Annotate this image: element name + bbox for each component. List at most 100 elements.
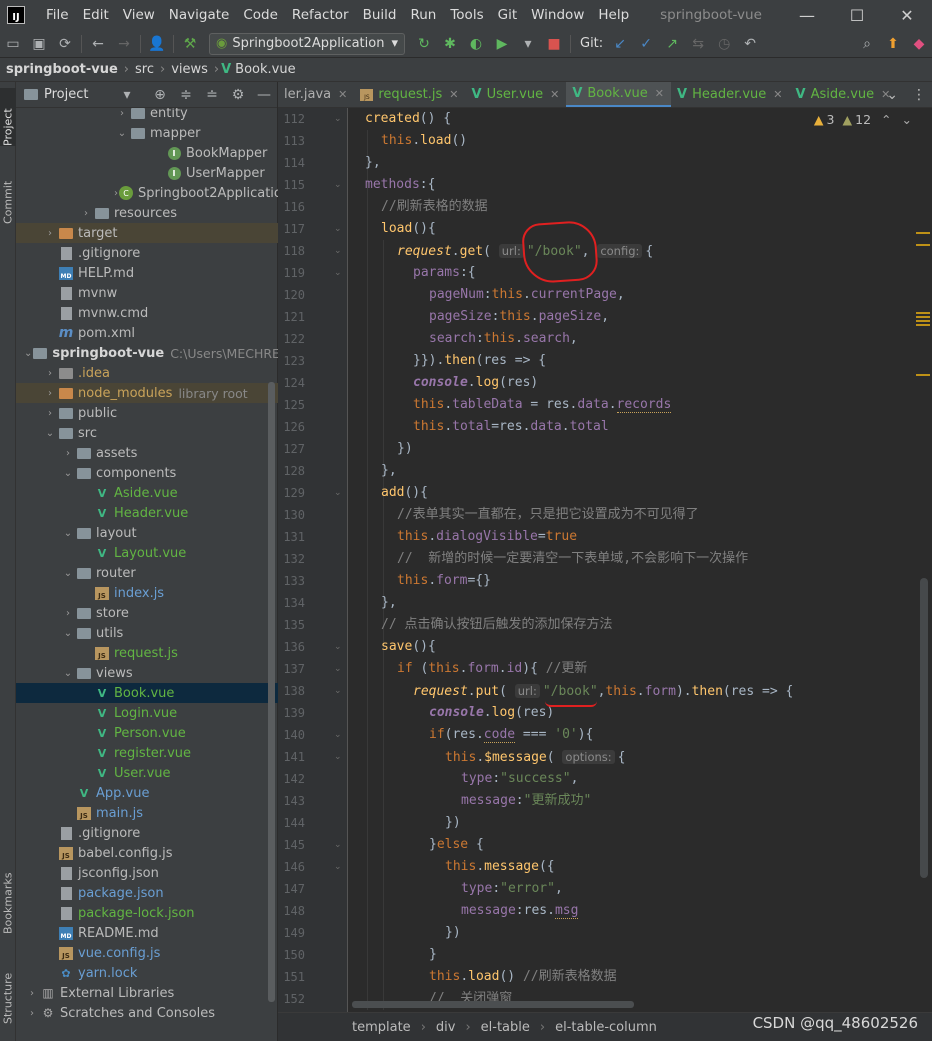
tree-item[interactable]: jsconfig.json — [16, 863, 278, 883]
tree-item[interactable]: JS vue.config.js — [16, 943, 278, 963]
minimize-button[interactable]: — — [782, 0, 832, 30]
breadcrumb-views[interactable]: views — [167, 62, 212, 77]
line-number[interactable]: 138 — [283, 680, 305, 702]
update-icon[interactable]: ⬆ — [880, 31, 906, 57]
line-number[interactable]: 117 — [283, 218, 305, 240]
fold-marker-icon[interactable]: ⌄ — [334, 108, 342, 130]
close-icon[interactable]: ✕ — [773, 88, 782, 101]
forward-arrow-icon[interactable]: → — [111, 31, 137, 57]
tree-item[interactable]: V Layout.vue — [16, 543, 278, 563]
menu-help[interactable]: Help — [591, 7, 636, 23]
fold-marker-icon[interactable]: ⌄ — [334, 856, 342, 878]
warning-mark[interactable] — [916, 316, 930, 318]
tree-item[interactable]: ⌄ src — [16, 423, 278, 443]
breadcrumb-project[interactable]: springboot-vue — [0, 62, 122, 77]
tree-item[interactable]: V Aside.vue — [16, 483, 278, 503]
line-number[interactable]: 148 — [283, 900, 305, 922]
tree-item[interactable]: .gitignore — [16, 243, 278, 263]
tree-item[interactable]: ⌄ router — [16, 563, 278, 583]
fold-marker-icon[interactable]: ⌄ — [334, 680, 342, 702]
close-icon[interactable]: ✕ — [449, 88, 458, 101]
chevron-right-icon[interactable]: › — [42, 228, 58, 239]
git-commit-icon[interactable]: ✓ — [633, 31, 659, 57]
line-number[interactable]: 145 — [283, 834, 305, 856]
tree-item[interactable]: I BookMapper — [16, 143, 278, 163]
line-number[interactable]: 134 — [283, 592, 305, 614]
menu-file[interactable]: File — [39, 7, 76, 23]
rollback-icon[interactable]: ↶ — [737, 31, 763, 57]
fold-marker-icon[interactable]: ⌄ — [334, 218, 342, 240]
warning-mark[interactable] — [916, 320, 930, 322]
tree-item[interactable]: ⌄ utils — [16, 623, 278, 643]
tree-item[interactable]: › ⚙ Scratches and Consoles — [16, 1003, 278, 1023]
tree-item[interactable]: V User.vue — [16, 763, 278, 783]
editor-horizontal-scrollbar[interactable] — [352, 1001, 634, 1008]
line-number[interactable]: 135 — [283, 614, 305, 636]
rerun-icon[interactable]: ↻ — [411, 31, 437, 57]
tree-item[interactable]: MD HELP.md — [16, 263, 278, 283]
line-number[interactable]: 119 — [283, 262, 305, 284]
tree-item[interactable]: V Person.vue — [16, 723, 278, 743]
tree-item[interactable]: › resources — [16, 203, 278, 223]
line-number[interactable]: 115 — [283, 174, 305, 196]
open-folder-icon[interactable]: ▭ — [0, 31, 26, 57]
chevron-right-icon[interactable]: › — [42, 368, 58, 379]
line-number[interactable]: 124 — [283, 372, 305, 394]
line-number[interactable]: 136 — [283, 636, 305, 658]
line-number[interactable]: 140 — [283, 724, 305, 746]
chevron-down-icon[interactable]: ⌄ — [902, 112, 912, 127]
tab-aside-vue[interactable]: V Aside.vue ✕ — [790, 82, 898, 107]
line-number[interactable]: 128 — [283, 460, 305, 482]
tool-tab-commit[interactable]: Commit — [0, 166, 16, 224]
project-view-select[interactable]: Project — [44, 87, 114, 102]
close-icon[interactable]: ✕ — [550, 88, 559, 101]
hide-panel-icon[interactable]: — — [251, 87, 277, 103]
chevron-down-icon[interactable]: ⌄ — [60, 568, 76, 579]
menu-git[interactable]: Git — [491, 7, 525, 23]
chevron-up-icon[interactable]: ⌃ — [881, 112, 891, 127]
line-number[interactable]: 116 — [283, 196, 305, 218]
tree-item[interactable]: JS index.js — [16, 583, 278, 603]
build-hammer-icon[interactable]: ⚒ — [177, 31, 203, 57]
coverage-icon[interactable]: ◐ — [463, 31, 489, 57]
line-number[interactable]: 142 — [283, 768, 305, 790]
maximize-button[interactable]: ☐ — [832, 0, 882, 30]
line-number[interactable]: 149 — [283, 922, 305, 944]
line-number[interactable]: 114 — [283, 152, 305, 174]
chevron-right-icon[interactable]: › — [78, 208, 94, 219]
line-number[interactable]: 152 — [283, 988, 305, 1010]
tree-item[interactable]: › target — [16, 223, 278, 243]
line-number[interactable]: 137 — [283, 658, 305, 680]
line-number[interactable]: 123 — [283, 350, 305, 372]
tool-tab-bookmarks[interactable]: Bookmarks — [0, 862, 16, 934]
line-number[interactable]: 127 — [283, 438, 305, 460]
line-number[interactable]: 146 — [283, 856, 305, 878]
chevron-down-icon[interactable]: ⌄ — [60, 468, 76, 479]
tree-item[interactable]: ✿ yarn.lock — [16, 963, 278, 983]
run-more-icon[interactable]: ▾ — [515, 31, 541, 57]
tree-item[interactable]: mvnw — [16, 283, 278, 303]
line-number[interactable]: 132 — [283, 548, 305, 570]
menu-navigate[interactable]: Navigate — [162, 7, 237, 23]
git-update-icon[interactable]: ↙ — [607, 31, 633, 57]
git-push-icon[interactable]: ↗ — [659, 31, 685, 57]
tree-item[interactable]: .gitignore — [16, 823, 278, 843]
tree-item[interactable]: JS babel.config.js — [16, 843, 278, 863]
project-tree-scrollbar[interactable] — [268, 382, 275, 1002]
chevron-down-icon[interactable]: ⌄ — [60, 528, 76, 539]
chevron-right-icon[interactable]: › — [24, 1008, 40, 1019]
menu-view[interactable]: View — [116, 7, 162, 23]
line-number[interactable]: 129 — [283, 482, 305, 504]
fold-marker-icon[interactable]: ⌄ — [334, 262, 342, 284]
tree-item[interactable]: package-lock.json — [16, 903, 278, 923]
tab-book-vue[interactable]: V Book.vue ✕ — [566, 82, 672, 107]
menu-run[interactable]: Run — [403, 7, 443, 23]
expand-all-icon[interactable]: ≑ — [173, 87, 199, 103]
chevron-right-icon[interactable]: › — [60, 448, 76, 459]
chevron-right-icon[interactable]: › — [42, 388, 58, 399]
close-icon[interactable]: ✕ — [655, 87, 664, 100]
collapse-all-icon[interactable]: ≐ — [199, 87, 225, 103]
menu-refactor[interactable]: Refactor — [285, 7, 356, 23]
menu-edit[interactable]: Edit — [76, 7, 116, 23]
tab-controller-java[interactable]: ler.java ✕ — [278, 82, 354, 107]
